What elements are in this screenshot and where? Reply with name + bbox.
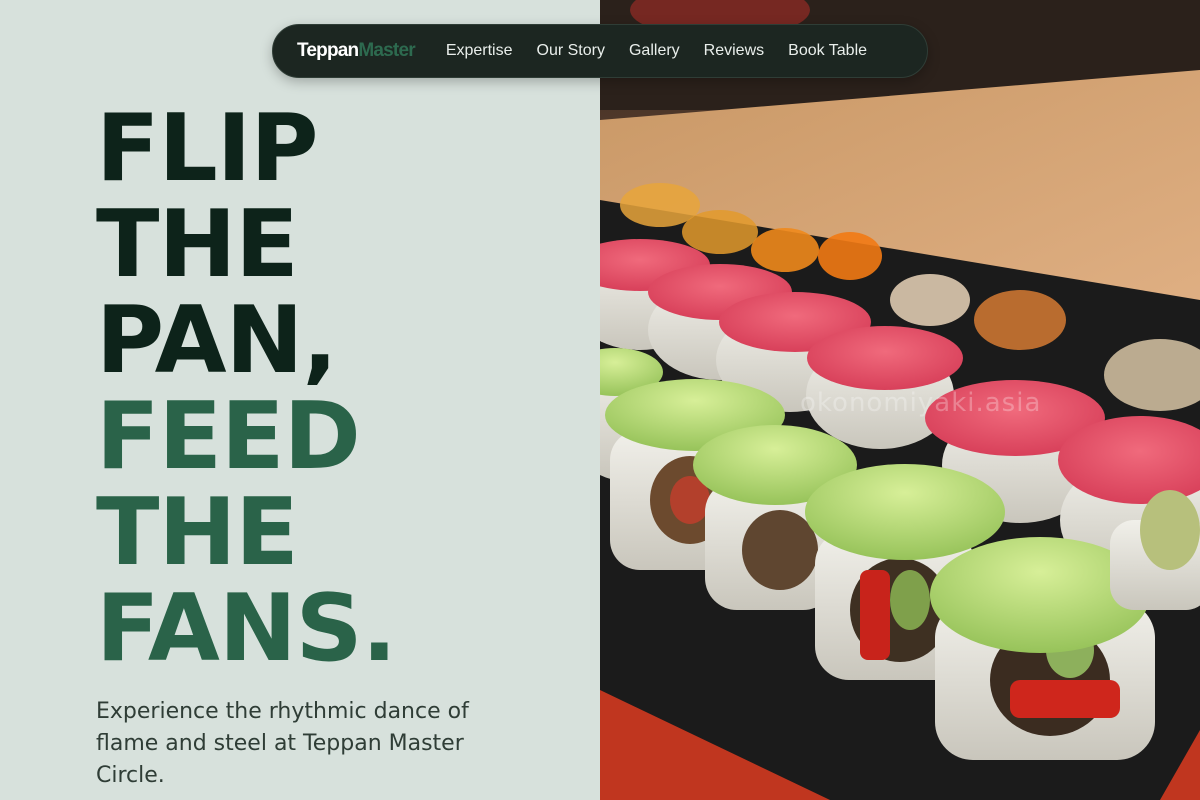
- hero-headline: FLIP THE PAN, FEED THE FANS.: [96, 94, 397, 682]
- headline-line-2: THE: [96, 190, 299, 298]
- headline-line-5: THE: [96, 478, 299, 586]
- nav-link-book-table[interactable]: Book Table: [788, 42, 867, 60]
- brand-name-first: Teppan: [297, 40, 359, 61]
- brand-logo[interactable]: Teppan Master: [297, 40, 416, 62]
- nav-link-expertise[interactable]: Expertise: [446, 42, 513, 60]
- top-navigation-bar: Teppan Master Expertise Our Story Galler…: [272, 24, 928, 78]
- headline-line-1: FLIP: [96, 94, 319, 202]
- headline-line-6: FANS.: [96, 574, 397, 682]
- nav-links: Expertise Our Story Gallery Reviews Book…: [446, 42, 867, 60]
- hero-sushi-photo: okonomiyaki.asia: [600, 0, 1200, 800]
- headline-line-4: FEED: [96, 382, 361, 490]
- hero-subtitle: Experience the rhythmic dance of flame a…: [96, 699, 469, 788]
- nav-link-our-story[interactable]: Our Story: [537, 42, 605, 60]
- nav-link-reviews[interactable]: Reviews: [704, 42, 764, 60]
- nav-link-gallery[interactable]: Gallery: [629, 42, 680, 60]
- headline-line-3: PAN,: [96, 286, 338, 394]
- image-watermark: okonomiyaki.asia: [800, 388, 1042, 418]
- brand-name-second: Master: [358, 40, 415, 61]
